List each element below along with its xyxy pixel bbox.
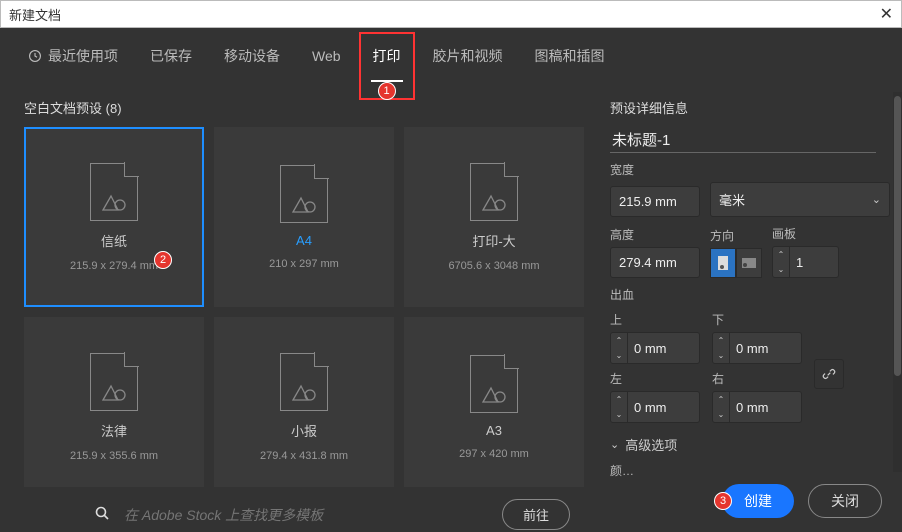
window-title: 新建文档	[9, 5, 61, 24]
tab-film[interactable]: 胶片和视频	[431, 42, 505, 70]
preset-card-5[interactable]: A3 297 x 420 mm	[404, 317, 584, 487]
bleed-top-field[interactable]: ⌃⌄	[610, 332, 700, 364]
bleed-left-label: 左	[610, 370, 700, 387]
preset-name: 打印-大	[472, 231, 515, 250]
advanced-options-toggle[interactable]: ⌄ 高级选项	[610, 435, 890, 454]
preset-dimensions: 279.4 x 431.8 mm	[260, 450, 348, 462]
artboard-count-input[interactable]	[790, 251, 838, 274]
bleed-left-field[interactable]: ⌃⌄	[610, 391, 700, 423]
annotation-marker-1: 1	[378, 82, 396, 100]
stock-search-row: 前往	[24, 487, 600, 530]
bleed-bottom-field[interactable]: ⌃⌄	[712, 332, 802, 364]
preset-card-2[interactable]: 打印-大 6705.6 x 3048 mm	[404, 127, 584, 307]
artboard-count-field[interactable]: ⌃ ⌄	[772, 246, 839, 278]
details-heading: 预设详细信息	[610, 98, 890, 117]
document-icon	[470, 355, 518, 413]
height-input[interactable]	[610, 247, 700, 278]
tab-web[interactable]: Web	[310, 44, 343, 68]
orientation-landscape-button[interactable]	[736, 248, 762, 278]
details-pane: 预设详细信息 宽度 毫米 ⌄ 高度 方向	[600, 92, 902, 532]
preset-card-1[interactable]: A4 210 x 297 mm	[214, 127, 394, 307]
chevron-down-icon: ⌄	[872, 193, 881, 206]
portrait-icon	[718, 256, 728, 270]
link-icon	[822, 367, 836, 381]
preset-card-0[interactable]: 信纸 215.9 x 279.4 mm2	[24, 127, 204, 307]
preset-name: 小报	[291, 421, 317, 440]
tab-recent[interactable]: 最近使用项	[26, 42, 120, 70]
artboard-label: 画板	[772, 225, 839, 242]
presets-pane: 空白文档预设 (8) 信纸 215.9 x 279.4 mm2 A4 210 x 29…	[0, 92, 600, 532]
stock-go-button[interactable]: 前往	[502, 499, 570, 530]
preset-dimensions: 215.9 x 355.6 mm	[70, 450, 158, 462]
document-icon	[280, 353, 328, 411]
preset-card-3[interactable]: 法律 215.9 x 355.6 mm	[24, 317, 204, 487]
document-icon	[90, 163, 138, 221]
annotation-marker-2: 2	[154, 251, 172, 269]
width-label: 宽度	[610, 161, 890, 178]
close-button[interactable]: 关闭	[808, 484, 882, 518]
annotation-marker-3: 3	[714, 492, 732, 510]
artboard-step-down[interactable]: ⌄	[773, 262, 789, 277]
preset-dimensions: 210 x 297 mm	[269, 258, 339, 270]
preset-name: A3	[486, 423, 502, 438]
close-icon[interactable]: ✕	[880, 4, 893, 24]
preset-dimensions: 215.9 x 279.4 mm	[70, 260, 158, 272]
width-input[interactable]	[610, 186, 700, 217]
stock-search-input[interactable]	[124, 507, 488, 523]
details-scrollbar[interactable]	[893, 92, 902, 472]
search-icon	[94, 505, 110, 524]
truncated-color-label: 颜…	[610, 462, 890, 479]
preset-name: 法律	[101, 421, 127, 440]
tab-saved[interactable]: 已保存	[148, 42, 194, 70]
preset-name: 信纸	[101, 231, 127, 250]
unit-select[interactable]: 毫米 ⌄	[710, 182, 890, 217]
tab-art[interactable]: 图稿和插图	[533, 42, 607, 70]
preset-name: A4	[296, 233, 312, 248]
document-icon	[280, 165, 328, 223]
chevron-down-icon: ⌄	[610, 438, 619, 451]
titlebar: 新建文档 ✕	[0, 0, 902, 28]
tab-recent-label: 最近使用项	[48, 46, 118, 66]
create-button[interactable]: 3 创建	[722, 484, 794, 518]
landscape-icon	[742, 258, 756, 268]
bleed-top-label: 上	[610, 311, 700, 328]
tab-print[interactable]: 打印 1	[371, 42, 403, 70]
document-icon	[90, 353, 138, 411]
tab-mobile[interactable]: 移动设备	[222, 42, 282, 70]
preset-card-4[interactable]: 小报 279.4 x 431.8 mm	[214, 317, 394, 487]
preset-dimensions: 6705.6 x 3048 mm	[448, 260, 539, 272]
document-icon	[470, 163, 518, 221]
clock-icon	[28, 49, 42, 63]
artboard-step-up[interactable]: ⌃	[773, 247, 789, 262]
presets-heading: 空白文档预设 (8)	[24, 98, 600, 117]
orientation-portrait-button[interactable]	[710, 248, 736, 278]
category-tabs: 最近使用项 已保存 移动设备 Web 打印 1 胶片和视频 图稿和插图	[0, 28, 902, 74]
preset-dimensions: 297 x 420 mm	[459, 448, 529, 460]
document-name-input[interactable]	[610, 127, 876, 153]
bleed-right-field[interactable]: ⌃⌄	[712, 391, 802, 423]
bleed-label: 出血	[610, 286, 890, 303]
height-label: 高度	[610, 226, 700, 243]
bleed-bottom-label: 下	[712, 311, 802, 328]
bleed-right-label: 右	[712, 370, 802, 387]
orientation-label: 方向	[710, 227, 762, 244]
dialog-footer: 3 创建 关闭	[722, 484, 882, 518]
link-bleed-button[interactable]	[814, 359, 844, 389]
